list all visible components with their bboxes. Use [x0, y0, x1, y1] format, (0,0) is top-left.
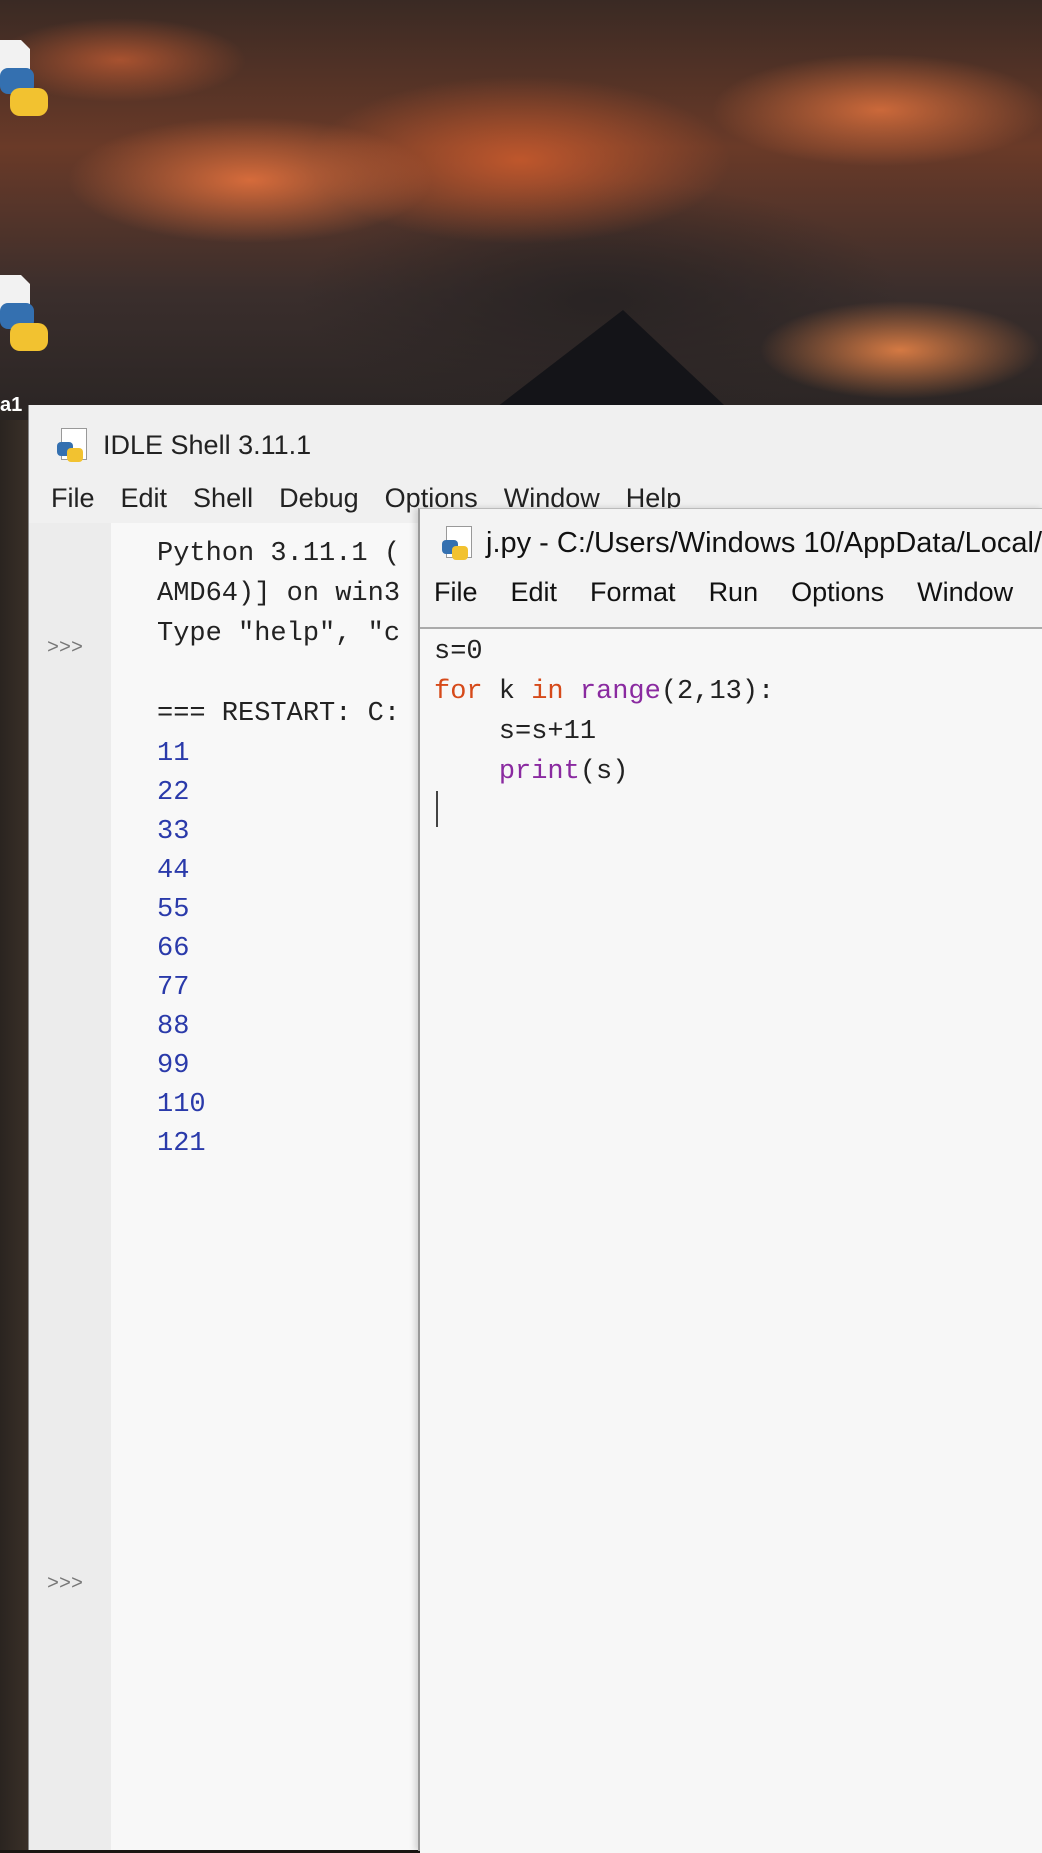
shell-output-line: 99 — [157, 1051, 190, 1081]
shell-prompt-gutter: >>> >>> — [29, 523, 113, 1850]
shell-output-line: 55 — [157, 895, 190, 925]
code-line-3: s=s+11 — [434, 717, 596, 747]
shell-menu-file[interactable]: File — [51, 483, 95, 514]
editor-menu-file[interactable]: File — [434, 577, 478, 608]
editor-window[interactable]: j.py - C:/Users/Windows 10/AppData/Local… — [418, 508, 1042, 1853]
python-file-desktop-icon[interactable] — [0, 40, 50, 116]
python-file-desktop-icon[interactable] — [0, 275, 50, 351]
code-line-1: s=0 — [434, 637, 483, 667]
wallpaper-mountain — [480, 310, 740, 420]
shell-menu-edit[interactable]: Edit — [121, 483, 168, 514]
idle-app-icon — [57, 428, 91, 462]
code-text: k — [482, 677, 532, 707]
desktop-wallpaper: a1 — [0, 0, 1042, 420]
shell-prompt: >>> — [47, 637, 84, 660]
shell-banner-line: AMD64)] on win3 — [157, 579, 401, 609]
editor-menu-format[interactable]: Format — [590, 577, 676, 608]
code-line-4: print(s) — [434, 757, 629, 787]
editor-menu-bar: File Edit Format Run Options Window — [434, 577, 1013, 608]
shell-output-line: 44 — [157, 856, 190, 886]
text-cursor — [436, 791, 438, 827]
code-text: s=0 — [434, 637, 483, 667]
editor-menu-run[interactable]: Run — [709, 577, 759, 608]
code-editor-area[interactable]: s=0 for k in range(2,13): s=s+11 print(s… — [420, 627, 1042, 1853]
editor-menu-window[interactable]: Window — [917, 577, 1013, 608]
editor-menu-edit[interactable]: Edit — [511, 577, 558, 608]
shell-restart-line: === RESTART: C: — [157, 699, 401, 729]
shell-banner-line: Python 3.11.1 ( — [157, 539, 401, 569]
shell-output-line: 11 — [157, 739, 190, 769]
desktop-left-edge — [0, 420, 28, 1850]
shell-output-line: 77 — [157, 973, 190, 1003]
shell-menu-debug[interactable]: Debug — [279, 483, 359, 514]
editor-title-bar[interactable]: j.py - C:/Users/Windows 10/AppData/Local… — [442, 523, 1042, 563]
builtin-token: range — [579, 677, 661, 707]
editor-window-title: j.py - C:/Users/Windows 10/AppData/Local… — [486, 526, 1042, 559]
shell-window-title: IDLE Shell 3.11.1 — [103, 429, 312, 460]
shell-title-bar[interactable]: IDLE Shell 3.11.1 — [57, 425, 311, 465]
shell-menu-shell[interactable]: Shell — [193, 483, 253, 514]
shell-output-line: 33 — [157, 817, 190, 847]
shell-output-line: 121 — [157, 1129, 206, 1159]
shell-output-line: 22 — [157, 778, 190, 808]
editor-menu-options[interactable]: Options — [791, 577, 884, 608]
shell-prompt: >>> — [47, 1573, 84, 1596]
idle-file-icon — [442, 526, 476, 560]
shell-banner-line: Type "help", "c — [157, 619, 401, 649]
keyword-token: for — [434, 677, 483, 707]
shell-output-line: 88 — [157, 1012, 190, 1042]
shell-output-line: 66 — [157, 934, 190, 964]
code-text: (s) — [579, 757, 629, 787]
shell-output-line: 110 — [157, 1090, 206, 1120]
desktop-icon-label: a1 — [0, 394, 23, 416]
code-text: (2,13): — [660, 677, 775, 707]
code-text: s=s+11 — [434, 717, 597, 747]
code-line-2: for k in range(2,13): — [434, 677, 774, 707]
keyword-token: in — [531, 677, 564, 707]
builtin-token: print — [498, 757, 580, 787]
